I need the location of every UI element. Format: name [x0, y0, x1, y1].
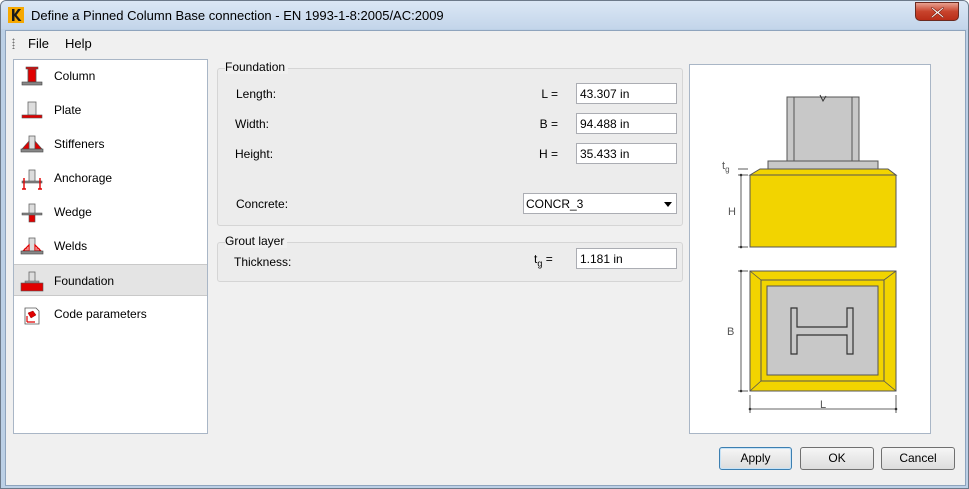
thickness-symbol-suffix: = — [542, 252, 553, 266]
thickness-input[interactable]: 1.181 in — [576, 248, 677, 269]
nav-item-welds[interactable]: Welds — [14, 230, 207, 262]
nav-label-anchorage: Anchorage — [54, 171, 113, 185]
ok-button[interactable]: OK — [800, 447, 874, 470]
foundation-group-title: Foundation — [225, 60, 289, 74]
nav-label-plate: Plate — [54, 103, 82, 117]
anchorage-icon — [21, 169, 43, 190]
stiffeners-icon — [20, 135, 44, 153]
dialog-window: Define a Pinned Column Base connection -… — [0, 0, 969, 489]
length-symbol: L = — [541, 87, 558, 101]
plate-icon — [21, 101, 43, 119]
column-icon — [21, 66, 43, 86]
nav-label-foundation: Foundation — [54, 274, 115, 288]
height-symbol: H = — [538, 147, 558, 161]
h-dimension-label: H — [728, 206, 736, 218]
app-logo-icon — [8, 7, 24, 23]
nav-label-wedge: Wedge — [54, 205, 92, 219]
length-input[interactable]: 43.307 in — [576, 83, 677, 104]
welds-icon — [20, 237, 44, 255]
width-symbol: B = — [539, 117, 558, 131]
nav-label-code-parameters: Code parameters — [54, 307, 147, 321]
thickness-label: Thickness: — [234, 255, 292, 269]
window-title: Define a Pinned Column Base connection -… — [31, 8, 444, 23]
apply-button[interactable]: Apply — [719, 447, 792, 470]
chevron-down-icon — [664, 202, 672, 207]
width-label: Width: — [235, 117, 270, 131]
tg-dimension-label: tg — [722, 160, 730, 174]
thickness-symbol: tg = — [534, 252, 562, 268]
category-list: Column Plate Stiffeners Anchorage Wedge … — [13, 59, 208, 434]
menu-help[interactable]: Help — [61, 36, 96, 51]
nav-item-plate[interactable]: Plate — [14, 94, 207, 126]
concrete-select[interactable]: CONCR_3 — [523, 193, 677, 214]
column-elevation — [786, 96, 860, 162]
foundation-icon — [20, 271, 44, 292]
foundation-diagram: tg H B L — [722, 94, 898, 413]
cancel-button[interactable]: Cancel — [881, 447, 955, 470]
nav-label-column: Column — [54, 69, 96, 83]
concrete-label: Concrete: — [236, 197, 289, 211]
base-plate — [767, 160, 879, 170]
wedge-icon — [21, 203, 43, 223]
menu-file[interactable]: File — [24, 36, 53, 51]
nav-item-column[interactable]: Column — [14, 60, 207, 92]
nav-item-code-parameters[interactable]: Code parameters — [14, 298, 207, 330]
code-parameters-icon — [24, 307, 40, 325]
l-dimension-label: L — [820, 399, 826, 411]
dialog-body: File Help Column Plate Stiffeners Anchor… — [5, 30, 966, 486]
title-bar[interactable]: Define a Pinned Column Base connection -… — [1, 1, 968, 29]
nav-item-stiffeners[interactable]: Stiffeners — [14, 128, 207, 160]
grout-layer — [748, 168, 898, 176]
nav-label-stiffeners: Stiffeners — [54, 137, 105, 151]
nav-item-wedge[interactable]: Wedge — [14, 196, 207, 228]
height-input[interactable]: 35.433 in — [576, 143, 677, 164]
nav-item-foundation[interactable]: Foundation — [14, 264, 207, 296]
grout-group-title: Grout layer — [225, 234, 288, 248]
close-icon — [931, 7, 944, 18]
concrete-selected-value: CONCR_3 — [526, 197, 584, 211]
close-button[interactable] — [915, 2, 959, 21]
nav-item-anchorage[interactable]: Anchorage — [14, 162, 207, 194]
width-input[interactable]: 94.488 in — [576, 113, 677, 134]
toolbar-grip[interactable] — [12, 38, 15, 49]
b-dimension-label: B — [727, 326, 734, 338]
height-label: Height: — [235, 147, 274, 161]
foundation-preview: tg H B L — [689, 64, 931, 434]
nav-label-welds: Welds — [54, 239, 88, 253]
length-label: Length: — [236, 87, 277, 101]
foundation-block — [749, 174, 897, 248]
menu-bar: File Help — [6, 31, 965, 55]
